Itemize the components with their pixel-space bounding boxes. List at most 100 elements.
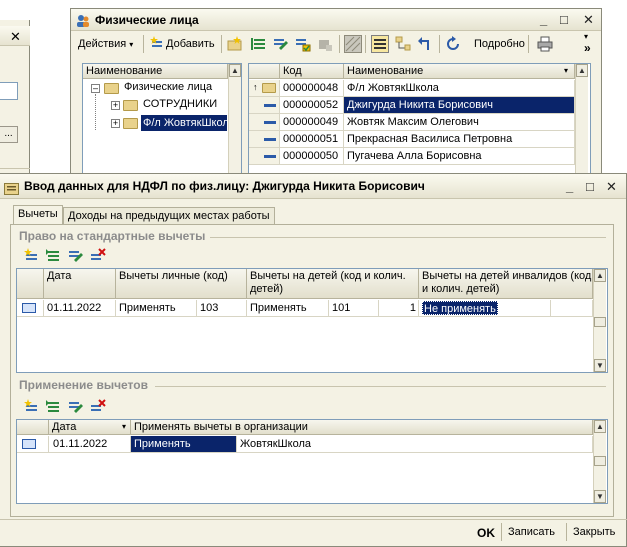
grid2-header-date-label: Дата [52,421,77,433]
delete-row-icon[interactable] [90,399,106,415]
grid1-cell-personal-code[interactable]: 103 [197,300,247,317]
add-row-icon[interactable] [23,248,39,264]
level-up-icon[interactable] [417,36,433,52]
chevron-down-icon[interactable]: ▾ [584,32,588,41]
section-divider [155,386,606,387]
filter-icon[interactable] [344,35,362,53]
background-window-select-button[interactable]: ... [0,126,18,143]
table-row-icon-cell [249,114,280,131]
scroll-up-icon[interactable]: ▲ [576,64,588,77]
grid1-cell-children-count[interactable]: 1 [379,300,419,317]
item-icon [264,104,276,107]
add-row-icon[interactable] [23,399,39,415]
print-icon[interactable] [537,36,553,52]
ndfl-close-button[interactable]: ✕ [606,174,617,199]
tree-expand-toggle[interactable]: + [111,119,120,128]
table-row-name[interactable]: Прекрасная Василиса Петровна [344,131,575,148]
toolbar-separator [528,35,529,53]
persons-close-button[interactable]: ✕ [583,9,594,31]
new-folder-icon[interactable] [227,36,243,52]
table-row-code[interactable]: 000000048 [280,80,344,97]
scroll-up-icon[interactable]: ▲ [594,269,606,282]
add-button[interactable]: Добавить [148,34,218,54]
grid1-header-children[interactable]: Вычеты на детей (код и колич. детей) [247,269,419,299]
grid1-header-personal[interactable]: Вычеты личные (код) [116,269,247,299]
persons-maximize-button[interactable]: □ [560,9,568,31]
scroll-down-icon[interactable]: ▼ [594,490,606,503]
tab-deductions[interactable]: Вычеты [13,205,63,225]
folder-icon [123,100,138,111]
list-header-name[interactable]: Наименование ▾ [344,64,575,79]
apply-deductions-grid: Дата ▾ Применять вычеты в организации ▲ … [16,419,608,504]
grid1-header-date[interactable]: Дата [44,269,116,299]
edit-row-icon[interactable] [68,248,84,264]
mark-delete-icon[interactable] [295,36,311,52]
delete-disabled-icon[interactable] [317,36,333,52]
grid1-cell-children-apply[interactable]: Применять [247,300,329,317]
ok-button[interactable]: OK [477,526,495,540]
copy-row-icon[interactable] [45,248,61,264]
scroll-thumb[interactable] [594,456,606,466]
tree-item-employees[interactable]: СОТРУДНИКИ [143,98,217,110]
scroll-down-icon[interactable]: ▼ [594,359,606,372]
tree-collapse-toggle[interactable]: – [91,84,100,93]
list-scrollbar[interactable]: ▲ [575,64,588,180]
save-button[interactable]: Записать [508,526,555,538]
podrobno-button[interactable]: Подробно [471,34,528,54]
table-row-code[interactable]: 000000049 [280,114,344,131]
ndfl-maximize-button[interactable]: □ [586,174,594,199]
list-header-code[interactable]: Код [280,64,344,79]
grid1-cell-disabled-apply[interactable]: Не применять [419,300,551,317]
section-apply-deductions-title: Применение вычетов [19,378,148,392]
table-row-code[interactable]: 000000051 [280,131,344,148]
grid1-cell-children-code[interactable]: 101 [329,300,379,317]
close-button[interactable]: Закрыть [573,526,615,538]
scroll-up-icon[interactable]: ▲ [229,64,241,77]
grid1-scrollbar[interactable]: ▲ ▼ [593,269,606,372]
toolbar-more-icon[interactable]: » [584,41,591,55]
actions-menu-button[interactable]: Действия ▾ [75,34,136,54]
tree-root-label[interactable]: Физические лица [124,81,212,93]
grid2-cell-date[interactable]: 01.11.2022 [49,436,131,453]
grid2-header-org[interactable]: Применять вычеты в организации [131,420,593,435]
toolbar-separator [339,35,340,53]
scroll-thumb[interactable] [594,317,606,327]
tree-expand-toggle[interactable]: + [111,101,120,110]
background-window-field[interactable] [0,82,18,100]
grid2-scrollbar[interactable]: ▲ ▼ [593,420,606,503]
grid1-cell-personal-apply[interactable]: Применять [116,300,197,317]
delete-row-icon[interactable] [90,248,106,264]
scroll-up-icon[interactable]: ▲ [594,420,606,433]
table-row-name[interactable]: Пугачева Алла Борисовна [344,148,575,165]
table-row-code[interactable]: 000000052 [280,97,344,114]
sort-icon: ▾ [121,422,126,431]
table-row-name[interactable]: Джигурда Никита Борисович [344,97,575,114]
table-row-name[interactable]: Жовтяк Максим Олегович [344,114,575,131]
tree-header[interactable]: Наименование [83,64,228,79]
edit-icon[interactable] [273,36,289,52]
table-row-icon-cell [17,300,44,317]
grid2-cell-apply[interactable]: Применять [131,436,237,453]
tree-item-selected[interactable]: Ф/л ЖовтякШкола [141,115,227,131]
table-row-code[interactable]: 000000050 [280,148,344,165]
grid1-cell-disabled-extra[interactable] [551,300,593,317]
grid2-header-date[interactable]: Дата ▾ [49,420,131,435]
persons-minimize-button[interactable]: _ [540,9,547,31]
edit-row-icon[interactable] [68,399,84,415]
ndfl-minimize-button[interactable]: _ [566,174,573,199]
tree-scrollbar[interactable]: ▲ [228,64,241,180]
actions-menu-label: Действия [78,38,127,50]
tab-previous-income[interactable]: Доходы на предыдущих местах работы [63,207,275,225]
refresh-icon[interactable] [445,36,461,52]
table-row-icon-cell [249,148,280,165]
table-row-name[interactable]: Ф/л ЖовтякШкола [344,80,575,97]
grid1-cell-date[interactable]: 01.11.2022 [44,300,116,317]
tree-level-icon[interactable] [395,36,411,52]
grid2-cell-org[interactable]: ЖовтякШкола [237,436,593,453]
hierarchy-view-icon[interactable] [371,35,389,53]
add-copy-icon[interactable] [251,36,267,52]
persons-window-title: Физические лица [95,13,199,27]
grid1-header-disabled[interactable]: Вычеты на детей инвалидов (код и колич. … [419,269,593,299]
background-window-close-icon[interactable]: ✕ [10,29,21,45]
copy-row-icon[interactable] [45,399,61,415]
